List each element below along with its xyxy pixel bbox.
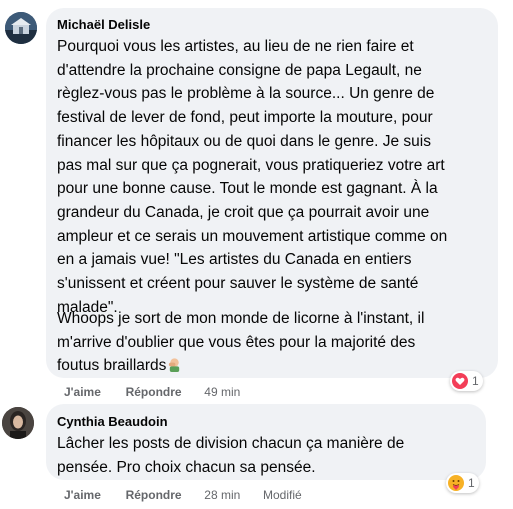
reaction-count: 1 <box>468 476 475 490</box>
avatar[interactable] <box>5 12 37 44</box>
facepalm-emoji <box>169 358 180 373</box>
comment-actions: J'aime Répondre 49 min <box>64 385 240 399</box>
avatar-image <box>2 407 34 439</box>
reaction-summary[interactable]: 1 <box>446 473 479 493</box>
care-icon <box>448 475 464 491</box>
heart-icon <box>452 373 468 389</box>
comment-text-2: Whoops je sort de mon monde de licorne à… <box>57 307 497 378</box>
like-button[interactable]: J'aime <box>64 488 101 502</box>
reply-button[interactable]: Répondre <box>126 385 182 399</box>
comment-author[interactable]: Michaël Delisle <box>57 17 150 32</box>
reaction-count: 1 <box>472 374 479 388</box>
comment-text: Lâcher les posts de division chacun ça m… <box>57 435 405 476</box>
like-button[interactable]: J'aime <box>64 385 101 399</box>
timestamp[interactable]: 28 min <box>204 488 240 502</box>
comment-actions: J'aime Répondre 28 min Modifié <box>64 488 302 502</box>
avatar-image <box>5 12 37 44</box>
edited-label[interactable]: Modifié <box>263 488 302 502</box>
timestamp[interactable]: 49 min <box>204 385 240 399</box>
comment-author[interactable]: Cynthia Beaudoin <box>57 414 168 429</box>
comment-text-2-body: Whoops je sort de mon monde de licorne à… <box>57 310 425 375</box>
comment-text: Pourquoi vous les artistes, au lieu de n… <box>57 38 448 316</box>
reaction-summary[interactable]: 1 <box>450 371 483 391</box>
reply-button[interactable]: Répondre <box>126 488 182 502</box>
avatar[interactable] <box>2 407 34 439</box>
